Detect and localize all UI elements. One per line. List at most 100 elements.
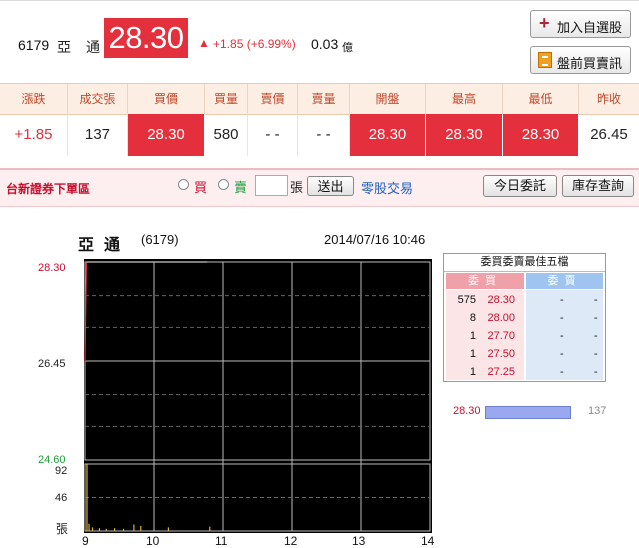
quote-table-row: +1.85 137 28.30 580 - - - - 28.30 28.30 … <box>0 114 639 156</box>
x-tick-10: 10 <box>146 534 160 548</box>
plus-icon: + <box>539 13 550 33</box>
bid-price: 28.00 <box>487 312 515 324</box>
header-volume: 成交張 <box>68 84 128 114</box>
quantity-input[interactable] <box>255 175 288 196</box>
header-high: 最高 <box>426 84 503 114</box>
header-ask-vol: 賣量 <box>298 84 350 114</box>
volume-bar <box>140 525 142 531</box>
bid-volume: 1 <box>469 330 476 342</box>
volume-bar <box>167 527 169 531</box>
current-price: 28.30 <box>104 18 188 58</box>
ask-volume: - <box>594 348 598 360</box>
chart-stock-code: (6179) <box>141 232 179 247</box>
x-tick-11: 11 <box>215 534 228 548</box>
bid-header: 委買 <box>446 273 524 289</box>
bid-volume: 575 <box>457 294 476 306</box>
y-tick-high: 28.30 <box>38 262 66 274</box>
ask-volume: - <box>594 294 598 306</box>
value-low: 28.30 <box>503 114 579 156</box>
order-bar-title: 台新證券下單區 <box>6 182 91 196</box>
premarket-info-button[interactable]: 盤前買賣訊 <box>530 46 631 74</box>
volume-bar <box>113 528 116 531</box>
stock-name-char1: 亞 <box>57 39 71 55</box>
header-low: 最低 <box>503 84 579 114</box>
five-levels-panel: 委買委賣最佳五檔 委買 委賣 575 28.30 - - 8 28.00 - -… <box>443 253 606 382</box>
header-bid-vol: 買量 <box>205 84 248 114</box>
price-change: +1.85 (+6.99%) <box>213 37 296 51</box>
today-orders-button[interactable]: 今日委託 <box>483 175 557 197</box>
buy-label: 買 <box>194 180 208 195</box>
send-button[interactable]: 送出 <box>307 176 354 196</box>
volume-bar <box>209 526 211 531</box>
x-tick-9: 9 <box>82 534 89 548</box>
volume-bar <box>86 464 88 531</box>
value-high: 28.30 <box>426 114 503 156</box>
intraday-chart <box>84 259 432 533</box>
ask-price: - <box>560 348 564 360</box>
bid-price: 27.25 <box>487 366 515 378</box>
sell-radio[interactable] <box>218 179 229 190</box>
quantity-unit: 張 <box>290 180 304 195</box>
chart-stock-name: 亞通 <box>78 237 131 254</box>
volume-bar <box>98 528 100 531</box>
quote-table-header: 漲跌 成交張 買價 買量 賣價 賣量 開盤 最高 最低 昨收 <box>0 83 639 115</box>
bid-price: 27.50 <box>487 348 515 360</box>
volume-tick-max: 92 <box>55 465 68 477</box>
level-row: 8 28.00 - - <box>444 309 605 327</box>
trade-value: 0.03 <box>311 36 339 52</box>
sell-label: 賣 <box>234 180 248 195</box>
distribution-volume: 137 <box>588 405 607 417</box>
inventory-button[interactable]: 庫存查詢 <box>562 175 634 197</box>
ask-price: - <box>560 312 564 324</box>
volume-bar <box>105 528 107 531</box>
x-tick-12: 12 <box>284 534 298 548</box>
value-ask: - - <box>248 114 298 156</box>
bid-volume: 8 <box>469 312 476 324</box>
header-prev-close: 昨收 <box>596 92 621 106</box>
premarket-info-label: 盤前買賣訊 <box>557 56 623 71</box>
value-prev-close: 26.45 <box>590 126 628 143</box>
y-tick-mid: 26.45 <box>38 358 66 370</box>
header-ask: 賣價 <box>248 84 298 114</box>
value-volume: 137 <box>68 114 128 156</box>
ask-volume: - <box>594 366 598 378</box>
volume-bar <box>122 528 125 531</box>
up-arrow-icon: ▲ <box>198 36 210 50</box>
level-row: 1 27.70 - - <box>444 327 605 345</box>
ask-volume: - <box>594 312 598 324</box>
document-icon <box>538 52 552 68</box>
volume-bar <box>133 524 135 531</box>
plot-background <box>84 259 432 533</box>
add-watchlist-label: 加入自選股 <box>557 20 623 35</box>
volume-bar <box>91 527 94 531</box>
value-bid: 28.30 <box>128 114 205 156</box>
distribution-price: 28.30 <box>453 405 481 417</box>
value-ask-vol: - - <box>298 114 350 156</box>
volume-unit: 張 <box>56 522 69 536</box>
header-change: 漲跌 <box>0 84 68 114</box>
value-bid-vol: 580 <box>205 114 248 156</box>
bid-price: 27.70 <box>487 330 515 342</box>
ask-volume: - <box>594 330 598 342</box>
x-tick-13: 13 <box>352 534 366 548</box>
header-open: 開盤 <box>350 84 426 114</box>
ask-header: 委賣 <box>526 273 603 289</box>
level-row: 1 27.50 - - <box>444 345 605 363</box>
ask-price: - <box>560 366 564 378</box>
quote-table: 漲跌 成交張 買價 買量 賣價 賣量 開盤 最高 最低 昨收 +1.85 137… <box>0 83 639 158</box>
ask-price: - <box>560 294 564 306</box>
bid-volume: 1 <box>469 366 476 378</box>
ask-price: - <box>560 330 564 342</box>
odd-lot-link[interactable]: 零股交易 <box>361 178 413 197</box>
add-watchlist-button[interactable]: + 加入自選股 <box>530 10 631 38</box>
level-row: 575 28.30 - - <box>444 291 605 309</box>
trade-value-unit: 億 <box>342 42 353 54</box>
header-bid: 買價 <box>128 84 205 114</box>
level-row: 1 27.25 - - <box>444 363 605 381</box>
x-tick-14: 14 <box>421 534 435 548</box>
bid-price: 28.30 <box>487 294 515 306</box>
stock-name-char2: 通 <box>86 39 100 55</box>
value-open: 28.30 <box>350 114 426 156</box>
volume-bar <box>88 523 90 531</box>
buy-radio[interactable] <box>178 179 189 190</box>
